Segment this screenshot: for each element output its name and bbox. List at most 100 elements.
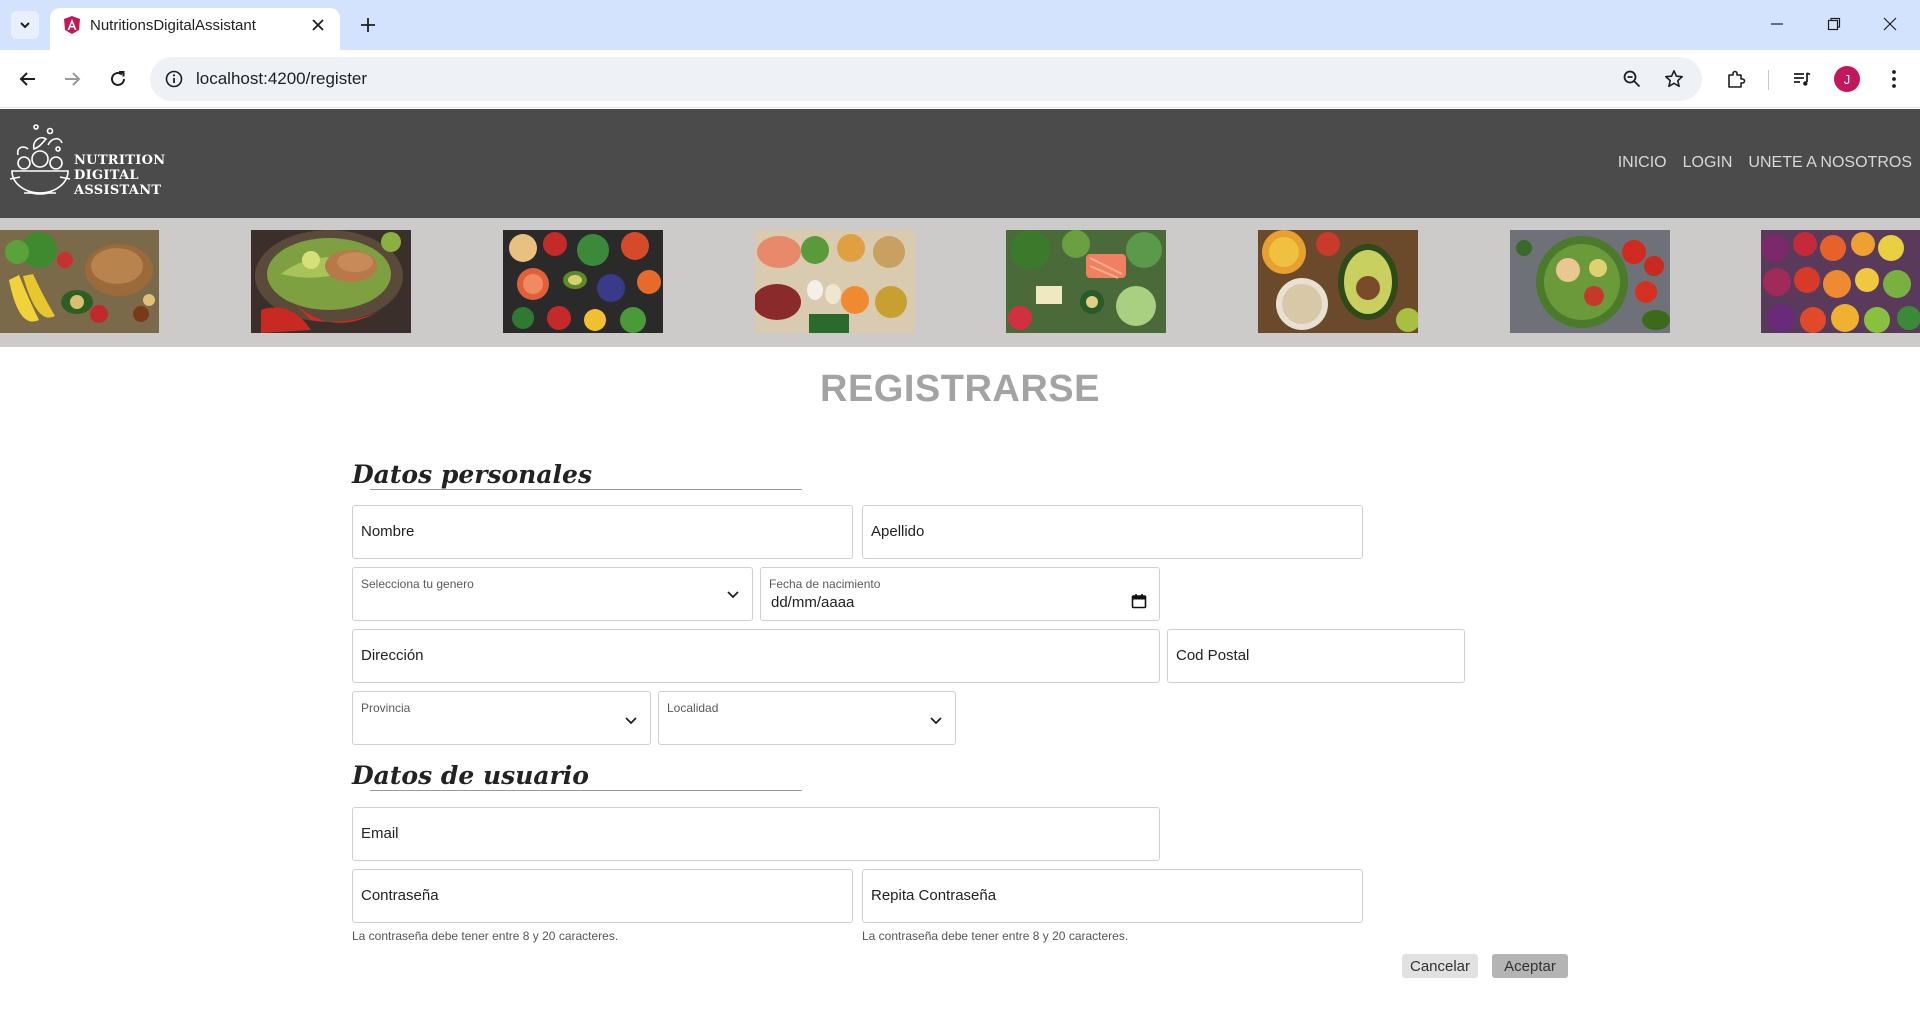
media-queue-icon [1794,72,1811,86]
angular-favicon-icon [64,16,80,34]
forward-button[interactable] [56,63,88,95]
section-heading-usuario: Datos de usuario [352,761,589,790]
logo-text: NUTRITION DIGITAL ASSISTANT [74,153,165,198]
profile-avatar[interactable]: J [1834,66,1860,92]
bookmark-button[interactable] [1662,67,1686,91]
password-hint: La contraseña debe tener entre 8 y 20 ca… [352,929,619,943]
extensions-button[interactable] [1722,65,1750,93]
toolbar-divider [1768,70,1769,90]
address-bar[interactable]: localhost:4200/register [150,57,1702,101]
cod-postal-field[interactable]: Cod Postal [1167,629,1465,683]
logo-line-3: ASSISTANT [74,183,162,198]
minimize-button[interactable] [1757,8,1797,40]
restore-button[interactable] [1814,8,1854,40]
localidad-select[interactable]: Localidad [658,691,956,745]
site-logo[interactable]: NUTRITION DIGITAL ASSISTANT [6,119,166,209]
close-window-button[interactable] [1870,8,1910,40]
apellido-placeholder: Apellido [871,523,925,540]
salad-bowl-icon [251,230,411,333]
food-image-7 [1510,230,1670,333]
browser-tab-bar: NutritionsDigitalAssistant [0,0,1920,50]
site-header: NUTRITION DIGITAL ASSISTANT INICIO LOGIN… [0,109,1920,218]
page-title: REGISTRARSE [820,368,1100,410]
genero-select[interactable]: Selecciona tu genero [352,567,753,621]
nav-link-login[interactable]: LOGIN [1683,154,1733,172]
password-placeholder: Contraseña [361,887,439,904]
password-repeat-placeholder: Repita Contraseña [871,887,997,904]
chevron-down-icon [727,591,739,599]
close-icon [312,19,324,31]
accept-button[interactable]: Aceptar [1492,954,1568,978]
zoom-button[interactable] [1620,67,1644,91]
tab-close-button[interactable] [306,13,330,37]
plus-icon [361,18,375,32]
arrow-right-icon [65,72,81,86]
salad-bowl-logo-icon [9,124,71,195]
food-image-3 [503,230,663,333]
fecha-nacimiento-field[interactable]: Fecha de nacimiento dd/mm/aaaa [760,567,1160,621]
genero-label: Selecciona tu genero [361,577,474,591]
browser-tab-active[interactable]: NutritionsDigitalAssistant [50,8,340,50]
section-divider [370,489,802,490]
site-info-button[interactable] [162,67,186,91]
browser-toolbar: localhost:4200/register J [0,50,1920,108]
restore-icon [1827,17,1841,31]
chevron-down-icon [930,717,942,725]
chickpea-salad-icon [1510,230,1670,333]
direccion-field[interactable]: Dirección [352,629,1160,683]
reload-icon [111,71,125,86]
media-control-button[interactable] [1788,65,1816,93]
reload-button[interactable] [102,63,134,95]
food-image-8 [1761,230,1920,333]
fecha-value: dd/mm/aaaa [771,594,855,611]
rainbow-produce-icon [1761,230,1920,333]
chevron-down-icon [20,22,30,29]
avocado-bowls-icon [1258,230,1418,333]
new-tab-button[interactable] [354,11,382,39]
arrow-left-icon [19,72,35,86]
apellido-field[interactable]: Apellido [862,505,1363,559]
provincia-select[interactable]: Provincia [352,691,651,745]
nav-link-unete[interactable]: UNETE A NOSOTROS [1748,154,1912,172]
protein-mix-icon [755,230,915,333]
fruits-berries-icon [503,230,663,333]
star-icon [1665,70,1683,88]
direccion-placeholder: Dirección [361,647,424,664]
zoom-out-icon [1623,70,1641,88]
food-image-6 [1258,230,1418,333]
provincia-label: Provincia [361,701,411,715]
tab-search-button[interactable] [11,11,39,39]
close-icon [1883,17,1897,31]
browser-menu-button[interactable] [1880,65,1908,93]
logo-line-2: DIGITAL [74,168,139,183]
localidad-label: Localidad [667,701,719,715]
main-nav: INICIO LOGIN UNETE A NOSOTROS [1618,154,1912,172]
vegetables-bread-icon [0,230,159,333]
logo-line-1: NUTRITION [74,153,166,168]
food-image-4 [755,230,915,333]
nav-link-inicio[interactable]: INICIO [1618,154,1667,172]
food-image-5 [1006,230,1166,333]
nombre-field[interactable]: Nombre [352,505,853,559]
cod-postal-placeholder: Cod Postal [1176,647,1250,664]
password-repeat-hint: La contraseña debe tener entre 8 y 20 ca… [862,929,1129,943]
url-text: localhost:4200/register [196,69,368,88]
tab-title: NutritionsDigitalAssistant [90,17,256,34]
password-field[interactable]: Contraseña [352,869,853,923]
fecha-label: Fecha de nacimiento [769,577,881,591]
email-field[interactable]: Email [352,807,1160,861]
info-icon [165,70,183,88]
email-placeholder: Email [361,825,399,842]
food-image-2 [251,230,411,333]
back-button[interactable] [12,63,44,95]
password-repeat-field[interactable]: Repita Contraseña [862,869,1363,923]
food-image-1 [0,230,159,333]
chevron-down-icon [625,717,637,725]
food-image-carousel [0,218,1920,347]
section-heading-personal: Datos personales [352,460,593,489]
salmon-greens-icon [1006,230,1166,333]
puzzle-icon [1728,70,1746,88]
calendar-icon[interactable] [1131,593,1147,609]
cancel-button[interactable]: Cancelar [1402,954,1478,978]
section-divider [370,790,802,791]
